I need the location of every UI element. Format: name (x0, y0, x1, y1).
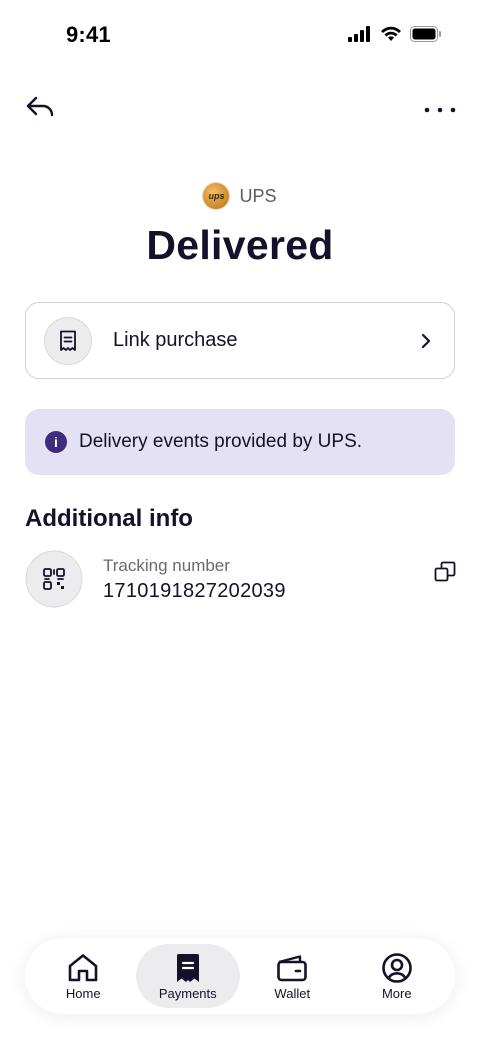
copy-icon (434, 561, 456, 588)
carrier-name: UPS (239, 185, 277, 206)
status-bar: 9:41 (0, 0, 480, 70)
payments-icon (172, 952, 204, 984)
link-purchase-button[interactable]: Link purchase (25, 302, 455, 379)
bottom-tab-bar: Home Payments Wallet More (25, 938, 455, 1014)
info-banner: i Delivery events provided by UPS. (25, 409, 455, 475)
info-banner-text: Delivery events provided by UPS. (79, 431, 363, 452)
receipt-icon (44, 316, 92, 365)
link-purchase-label: Link purchase (113, 329, 238, 351)
status-time: 9:41 (66, 22, 111, 47)
signal-icon (348, 26, 372, 47)
carrier-logo-text: ups (208, 191, 225, 201)
ups-logo-icon: ups (203, 183, 230, 209)
tab-more[interactable]: More (345, 944, 450, 1008)
tab-home-label: Home (65, 985, 101, 1001)
wallet-icon (276, 952, 308, 984)
tab-payments-label: Payments (158, 985, 217, 1001)
info-icon: i (45, 431, 67, 453)
qr-code-icon (25, 550, 83, 608)
copy-button[interactable] (433, 561, 457, 588)
tracking-text: Tracking number 1710191827202039 (103, 556, 433, 603)
tracking-number-label: Tracking number (103, 555, 230, 575)
battery-icon (410, 26, 442, 47)
tracking-number-value: 1710191827202039 (103, 579, 286, 602)
tab-wallet[interactable]: Wallet (240, 944, 345, 1008)
tracking-number-row: Tracking number 1710191827202039 (25, 549, 457, 609)
more-button[interactable] (420, 96, 460, 122)
more-dots-icon (424, 100, 456, 118)
chevron-right-icon (416, 331, 436, 351)
back-arrow-icon (25, 95, 55, 124)
status-icons (348, 26, 442, 47)
delivery-status-title: Delivered (146, 222, 334, 268)
back-button[interactable] (22, 94, 58, 124)
wifi-icon (380, 26, 402, 47)
tab-wallet-label: Wallet (274, 985, 311, 1001)
carrier-header: ups UPS (0, 183, 480, 209)
profile-icon (381, 952, 413, 984)
tab-payments[interactable]: Payments (135, 944, 240, 1008)
home-icon (67, 952, 99, 984)
tab-home[interactable]: Home (31, 944, 136, 1008)
tab-more-label: More (381, 985, 412, 1001)
additional-info-title: Additional info (25, 505, 193, 532)
